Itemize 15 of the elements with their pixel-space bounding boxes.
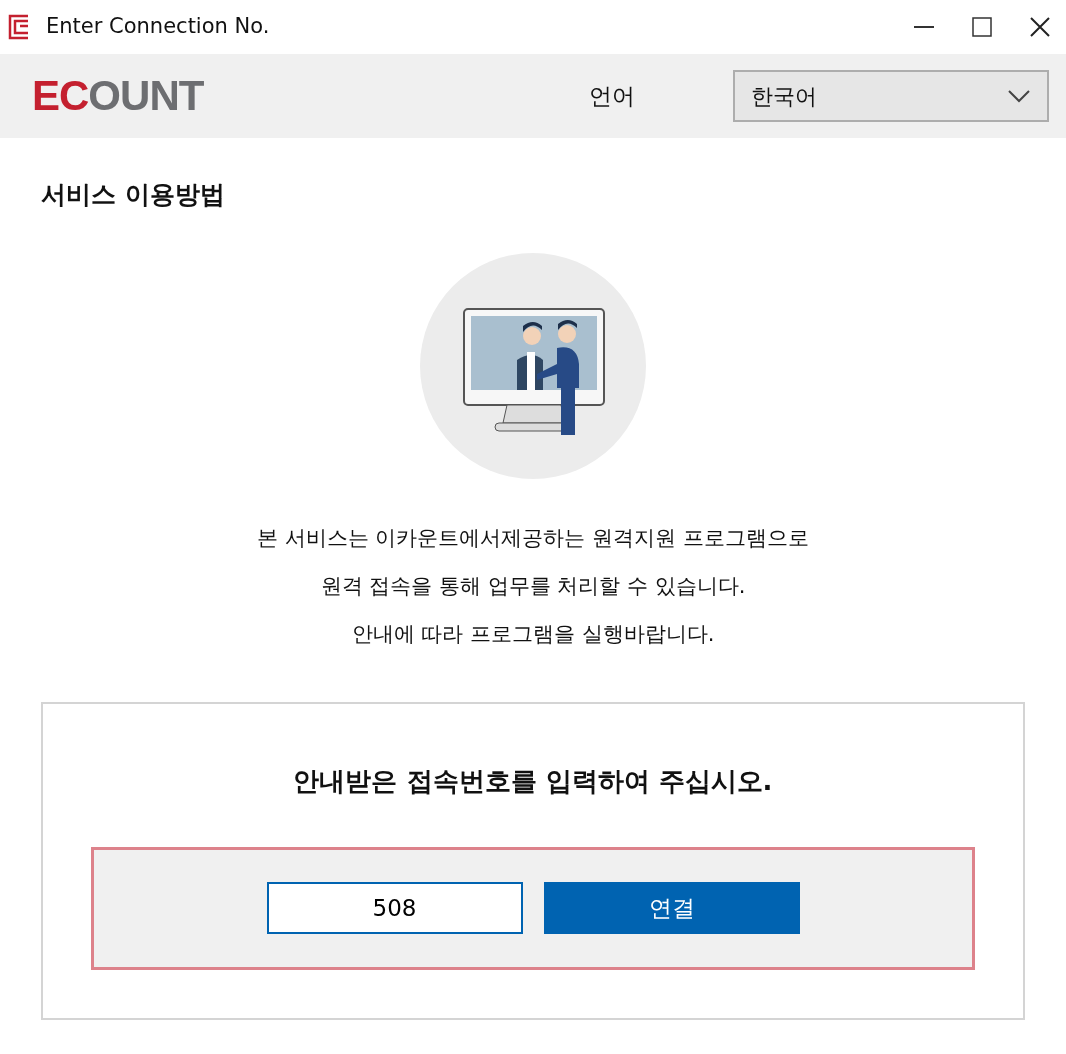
chevron-down-icon	[1007, 89, 1031, 103]
language-label: 언어	[589, 81, 635, 111]
maximize-icon[interactable]	[972, 17, 992, 37]
description-line: 본 서비스는 이카운트에서제공하는 원격지원 프로그램으로	[257, 525, 809, 550]
connection-number-field[interactable]: 508	[266, 882, 523, 934]
close-icon[interactable]	[1030, 17, 1050, 37]
app-logo-icon	[8, 14, 30, 40]
connect-button[interactable]: 연결	[543, 882, 800, 934]
section-title: 서비스 이용방법	[41, 179, 226, 211]
window-title: Enter Connection No.	[46, 13, 270, 41]
prompt-text: 안내받은 접속번호를 입력하여 주십시오.	[292, 764, 774, 798]
description-line: 원격 접속을 통해 업무를 처리할 수 있습니다.	[320, 573, 746, 598]
language-dropdown[interactable]: 한국어	[733, 70, 1049, 122]
brand-logo: ECOUNT	[32, 75, 204, 117]
description-line: 안내에 따라 프로그램을 실행바랍니다.	[351, 621, 715, 646]
